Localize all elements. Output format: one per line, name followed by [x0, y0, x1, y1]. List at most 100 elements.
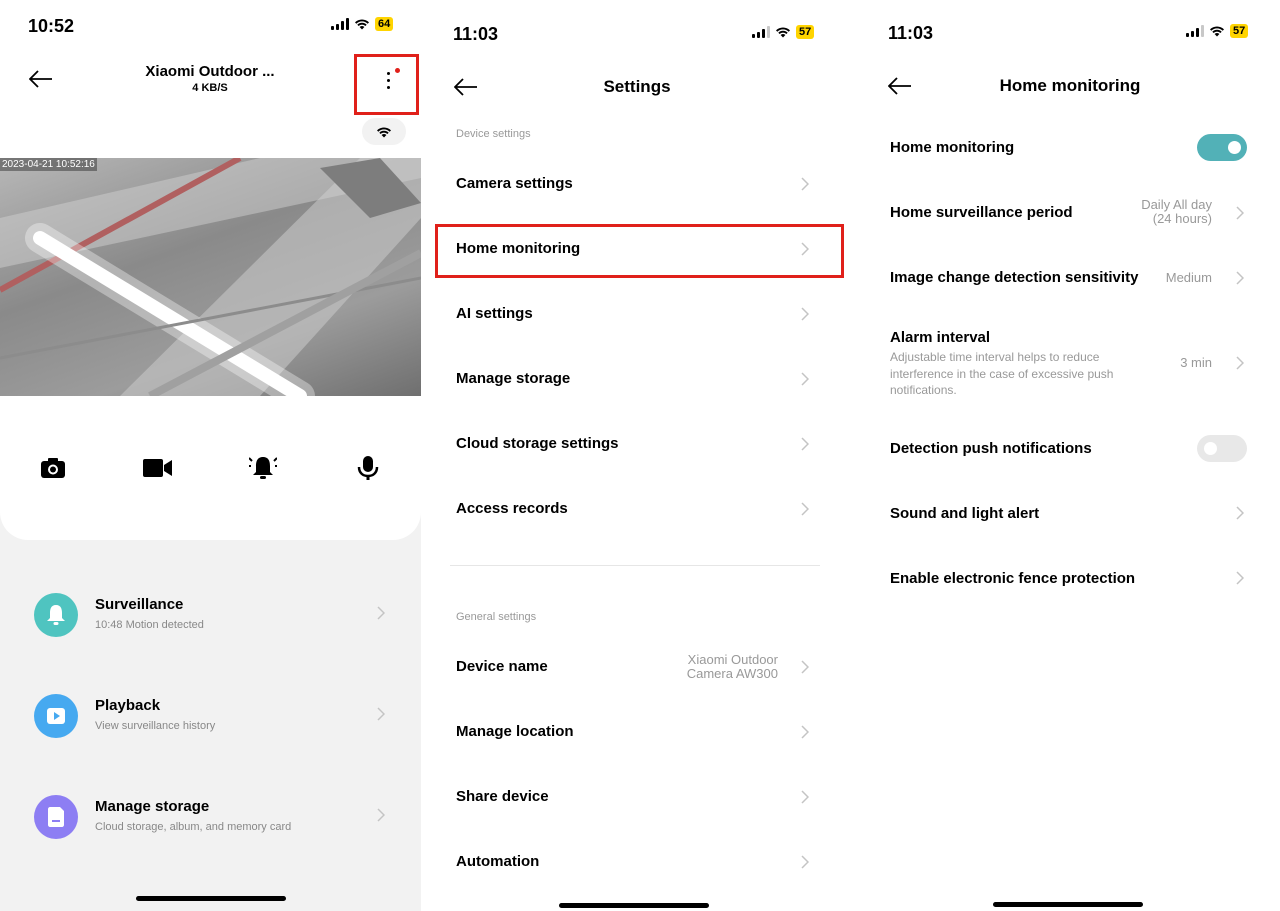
home-monitoring-toggle[interactable] — [1197, 134, 1247, 161]
section-label-device: Device settings — [456, 128, 531, 140]
row-label: Home surveillance period — [890, 204, 1073, 221]
toggle-knob — [1228, 141, 1241, 154]
chevron-right-icon — [801, 660, 809, 674]
chevron-right-icon — [377, 606, 385, 620]
period-line1: Daily All day — [1141, 197, 1212, 212]
chevron-right-icon — [377, 707, 385, 721]
highlight-more-menu — [354, 54, 419, 115]
settings-row-automation[interactable]: Automation — [426, 838, 848, 888]
wifi-icon — [377, 127, 391, 137]
row-label: Image change detection sensitivity — [890, 269, 1139, 286]
chevron-right-icon — [1236, 271, 1244, 285]
alarm-button[interactable] — [245, 450, 281, 486]
settings-row-ai[interactable]: AI settings — [426, 290, 848, 340]
camera-live-screen: 10:52 64 Xiaomi Outdoor ... 4 KB/S 2023-… — [0, 0, 421, 911]
chevron-right-icon — [377, 808, 385, 822]
page-title: Settings — [603, 77, 671, 96]
row-push-notifications: Detection push notifications — [860, 422, 1280, 472]
page-title: Home monitoring — [999, 76, 1141, 95]
chevron-right-icon — [801, 307, 809, 321]
row-label: Detection push notifications — [890, 440, 1092, 457]
row-label: Enable electronic fence protection — [890, 570, 1136, 587]
row-label: Share device — [456, 788, 549, 805]
settings-row-cloud-storage[interactable]: Cloud storage settings — [426, 420, 848, 470]
row-sound-light-alert[interactable]: Sound and light alert — [860, 488, 1280, 538]
chevron-right-icon — [801, 502, 809, 516]
section-label-general: General settings — [456, 611, 537, 623]
row-label: Alarm interval — [890, 329, 991, 346]
feature-title: Playback — [95, 697, 161, 714]
status-time: 11:03 — [888, 23, 934, 43]
microphone-icon — [357, 456, 379, 480]
battery-level: 64 — [375, 17, 394, 31]
settings-row-manage-location[interactable]: Manage location — [426, 708, 848, 758]
settings-row-share-device[interactable]: Share device — [426, 773, 848, 823]
settings-row-camera[interactable]: Camera settings — [426, 160, 848, 210]
row-label: Access records — [456, 500, 568, 517]
settings-row-device-name[interactable]: Device name Xiaomi Outdoor Camera AW300 — [426, 643, 848, 693]
status-time: 11:03 — [453, 24, 499, 44]
play-icon — [47, 708, 65, 724]
back-arrow-icon[interactable] — [29, 70, 53, 88]
row-label: Camera settings — [456, 175, 573, 192]
ceiling-scene — [0, 158, 421, 396]
more-options-icon[interactable] — [387, 72, 390, 93]
device-name-line1: Xiaomi Outdoor — [687, 652, 778, 667]
chevron-right-icon — [801, 790, 809, 804]
live-video-feed[interactable]: 2023-04-21 10:52:16 — [0, 158, 421, 396]
signal-icon — [752, 26, 770, 38]
status-icons: 64 — [331, 17, 394, 31]
chevron-right-icon — [801, 372, 809, 386]
chevron-right-icon — [1236, 571, 1244, 585]
row-label: Home monitoring — [890, 139, 1015, 156]
feature-subtitle: View surveillance history — [95, 720, 216, 732]
signal-icon — [331, 18, 349, 30]
screenshot-button[interactable] — [35, 450, 71, 486]
row-label: Manage storage — [456, 370, 571, 387]
push-notifications-toggle[interactable] — [1197, 435, 1247, 462]
record-button[interactable] — [140, 450, 176, 486]
chevron-right-icon — [801, 725, 809, 739]
feature-surveillance[interactable]: Surveillance 10:48 Motion detected — [0, 578, 421, 658]
row-label: AI settings — [456, 305, 533, 322]
signal-icon — [1186, 25, 1204, 37]
playback-icon-circle — [34, 694, 78, 738]
connection-status-pill[interactable] — [362, 118, 406, 145]
feature-subtitle: Cloud storage, album, and memory card — [95, 821, 292, 833]
status-icons: 57 — [752, 25, 815, 39]
feature-playback[interactable]: Playback View surveillance history — [0, 679, 421, 759]
chevron-right-icon — [1236, 206, 1244, 220]
settings-screen: 11:03 57 Settings Device settings Camera… — [426, 0, 848, 911]
battery-level: 57 — [1230, 24, 1249, 38]
battery-level: 57 — [796, 25, 815, 39]
sd-card-icon — [48, 807, 64, 827]
device-title: Xiaomi Outdoor ... — [145, 63, 275, 80]
alarm-bell-icon — [249, 457, 277, 479]
home-indicator[interactable] — [993, 902, 1143, 907]
wifi-icon — [355, 19, 369, 30]
talk-button[interactable] — [350, 450, 386, 486]
chevron-right-icon — [801, 855, 809, 869]
row-home-monitoring: Home monitoring — [860, 122, 1280, 172]
bell-icon — [47, 605, 65, 625]
feature-title: Surveillance — [95, 596, 184, 613]
row-label: Cloud storage settings — [456, 435, 619, 452]
row-alarm-interval[interactable]: Alarm interval Adjustable time interval … — [860, 322, 1280, 402]
storage-icon-circle — [34, 795, 78, 839]
settings-row-access-records[interactable]: Access records — [426, 485, 848, 535]
row-value: 3 min — [1180, 355, 1212, 370]
surveillance-icon-circle — [34, 593, 78, 637]
row-detection-sensitivity[interactable]: Image change detection sensitivity Mediu… — [860, 253, 1280, 303]
row-surveillance-period[interactable]: Home surveillance period Daily All day (2… — [860, 188, 1280, 238]
chevron-right-icon — [1236, 506, 1244, 520]
notification-dot — [395, 68, 400, 73]
row-electronic-fence[interactable]: Enable electronic fence protection — [860, 553, 1280, 603]
settings-row-manage-storage[interactable]: Manage storage — [426, 355, 848, 405]
home-indicator[interactable] — [559, 903, 709, 908]
stream-speed: 4 KB/S — [192, 82, 228, 94]
home-indicator[interactable] — [136, 896, 286, 901]
device-name-line2: Camera AW300 — [686, 666, 778, 681]
highlight-home-monitoring — [435, 224, 844, 278]
chevron-right-icon — [1236, 356, 1244, 370]
feature-manage-storage[interactable]: Manage storage Cloud storage, album, and… — [0, 780, 421, 860]
